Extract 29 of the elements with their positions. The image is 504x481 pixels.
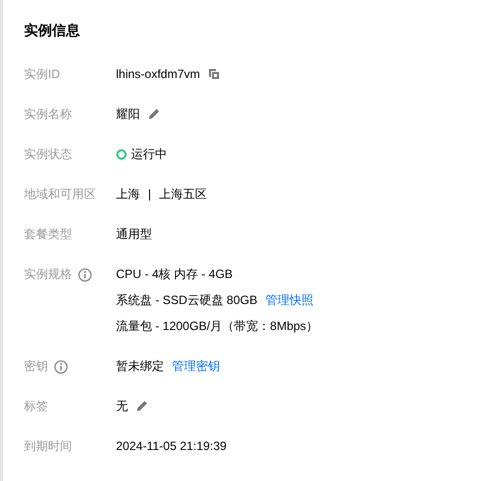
field-value: 暂未绑定 [116,358,164,375]
field-value: 耀阳 [116,106,140,123]
pencil-icon[interactable] [136,400,148,412]
link[interactable]: 管理密钥 [172,353,220,379]
field-value: 上海 [116,186,140,203]
field-value: 上海五区 [159,186,208,203]
field-label: 实例状态 [24,146,72,163]
field-value: 系统盘 - SSD云硬盘 80GB [116,292,258,309]
pencil-icon[interactable] [148,108,160,120]
field-value: 运行中 [131,146,167,163]
field-label: 密钥 [24,358,48,375]
field-value: CPU - 4核 内存 - 4GB [116,266,233,283]
copy-icon[interactable] [208,68,220,80]
field-label: 标签 [24,398,48,415]
field-value: 2024-11-05 21:19:39 [116,438,227,455]
field-label: 实例规格 [24,266,72,283]
field-label: 套餐类型 [24,226,72,243]
field-value: lhins-oxfdm7vm [116,66,200,83]
status-icon [116,148,127,160]
link[interactable]: 管理快照 [265,287,314,313]
field-value: 通用型 [116,226,152,243]
section-title: 实例信息 [24,21,81,40]
field-label: 实例名称 [24,106,72,123]
field-value: | [148,186,152,203]
field-value: 流量包 - 1200GB/月（带宽：8Mbps） [116,318,318,335]
field-label: 地域和可用区 [24,186,96,203]
field-label: 到期时间 [24,438,72,455]
field-label: 实例ID [24,66,60,83]
field-value: 无 [116,398,128,415]
